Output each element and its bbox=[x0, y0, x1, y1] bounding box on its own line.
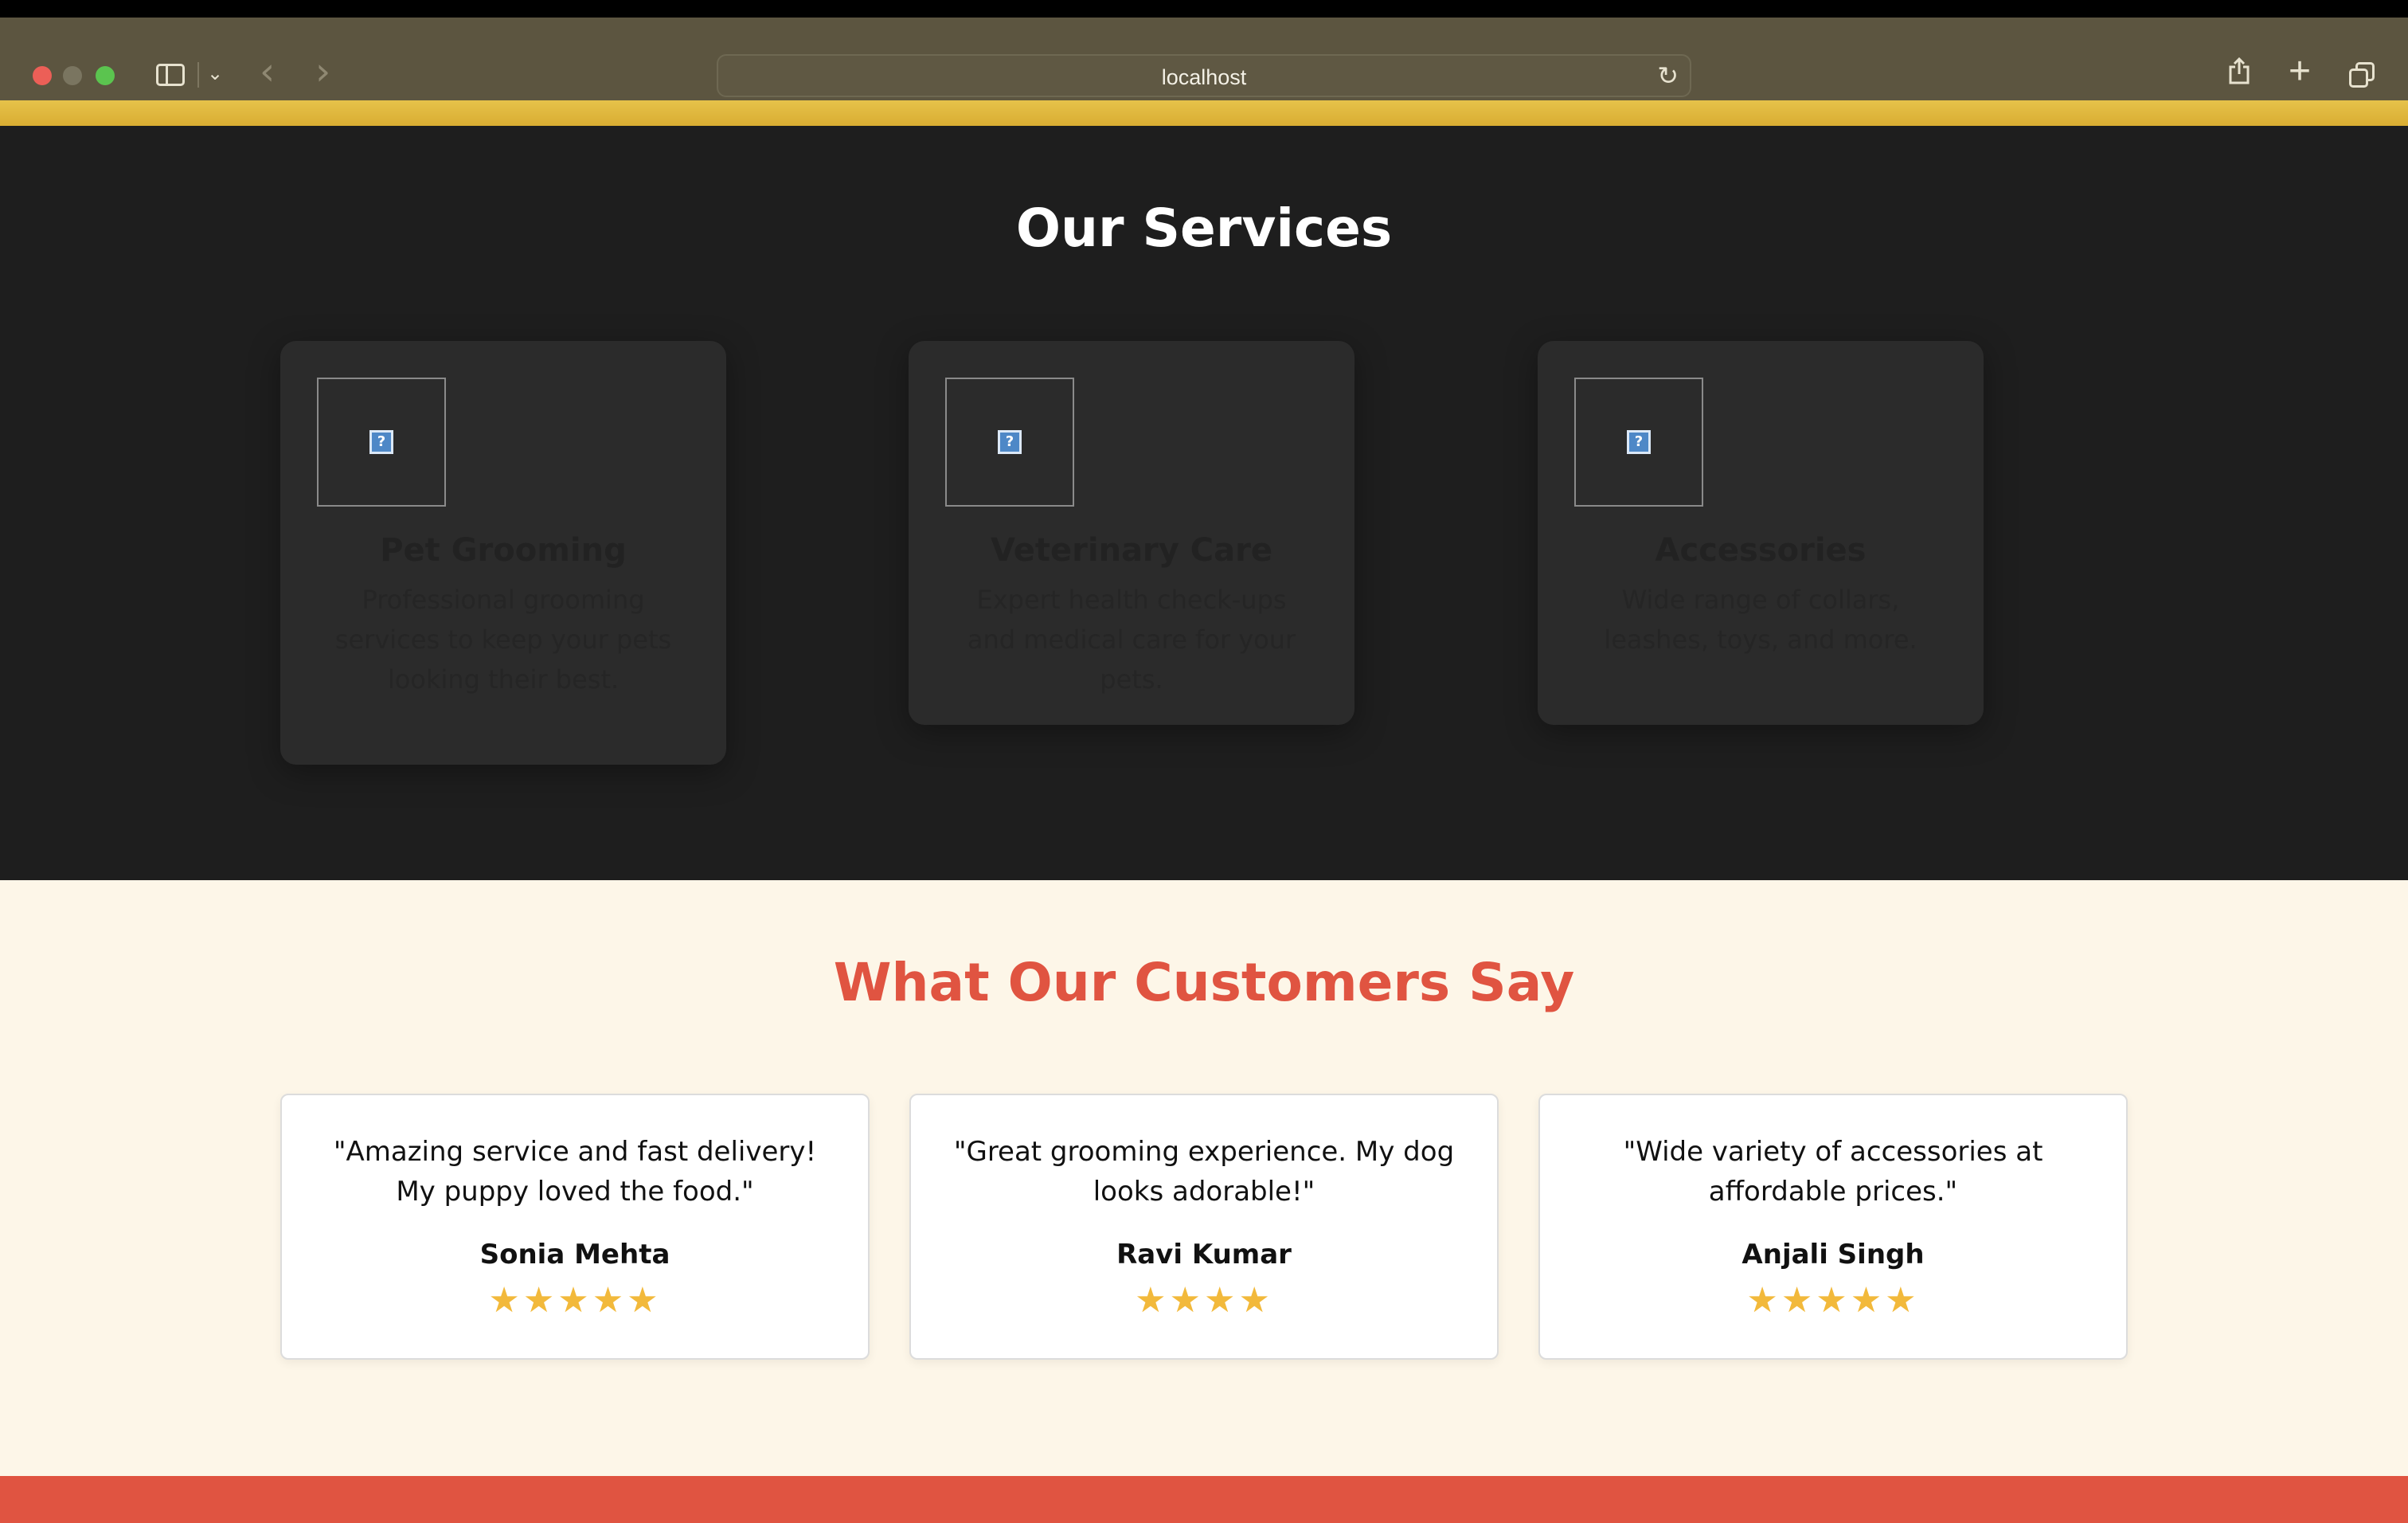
browser-toolbar: ⌄ ‹ › localhost ↻ + bbox=[0, 18, 2408, 100]
service-card-grooming: ? Pet Grooming Professional grooming ser… bbox=[280, 341, 726, 765]
window-top-edge bbox=[0, 0, 2408, 18]
broken-image-icon: ? bbox=[998, 430, 1022, 454]
back-arrow-icon[interactable]: ‹ bbox=[260, 53, 275, 91]
services-heading: Our Services bbox=[1015, 198, 1393, 259]
service-title: Accessories bbox=[1655, 532, 1867, 569]
share-icon[interactable] bbox=[2228, 57, 2250, 84]
header-accent-bar bbox=[0, 100, 2408, 126]
star-rating: ★★★★ bbox=[1135, 1280, 1273, 1321]
broken-image-icon: ? bbox=[1627, 430, 1651, 454]
reload-icon[interactable]: ↻ bbox=[1657, 61, 1679, 91]
new-tab-plus-icon[interactable]: + bbox=[2289, 49, 2311, 93]
testimonial-card: "Great grooming experience. My dog looks… bbox=[909, 1094, 1499, 1360]
service-image-placeholder: ? bbox=[945, 378, 1074, 507]
service-card-accessories: ? Accessories Wide range of collars, lea… bbox=[1538, 341, 1984, 725]
testimonial-quote: "Amazing service and fast delivery! My p… bbox=[333, 1136, 817, 1208]
testimonial-author: Ravi Kumar bbox=[1116, 1239, 1292, 1270]
window-minimize-button[interactable] bbox=[63, 66, 82, 85]
tab-overview-icon[interactable] bbox=[2349, 62, 2375, 88]
broken-image-icon: ? bbox=[369, 430, 393, 454]
testimonial-author: Sonia Mehta bbox=[479, 1239, 670, 1270]
testimonials-section: What Our Customers Say "Amazing service … bbox=[0, 880, 2408, 1476]
services-section: Our Services ? Pet Grooming Professional… bbox=[0, 126, 2408, 880]
service-title: Pet Grooming bbox=[380, 532, 627, 569]
service-card-veterinary: ? Veterinary Care Expert health check-up… bbox=[909, 341, 1354, 725]
testimonial-quote: "Wide variety of accessories at affordab… bbox=[1623, 1136, 2043, 1208]
forward-arrow-icon[interactable]: › bbox=[315, 53, 330, 91]
sidebar-toggle-icon[interactable] bbox=[156, 64, 185, 86]
testimonial-quote: "Great grooming experience. My dog looks… bbox=[953, 1136, 1455, 1208]
address-bar-url: localhost bbox=[1161, 65, 1247, 89]
star-rating: ★★★★★ bbox=[488, 1280, 662, 1321]
star-rating: ★★★★★ bbox=[1746, 1280, 1920, 1321]
service-title: Veterinary Care bbox=[991, 532, 1272, 569]
testimonial-card: "Wide variety of accessories at affordab… bbox=[1538, 1094, 2128, 1360]
window-maximize-button[interactable] bbox=[96, 66, 115, 85]
service-image-placeholder: ? bbox=[317, 378, 446, 507]
service-description: Professional grooming services to keep y… bbox=[334, 585, 672, 695]
service-description: Expert health check-ups and medical care… bbox=[967, 585, 1296, 695]
toolbar-divider bbox=[197, 62, 199, 88]
testimonial-card: "Amazing service and fast delivery! My p… bbox=[280, 1094, 870, 1360]
testimonial-author: Anjali Singh bbox=[1742, 1239, 1925, 1270]
footer-bar bbox=[0, 1476, 2408, 1523]
window-close-button[interactable] bbox=[33, 66, 52, 85]
testimonials-heading: What Our Customers Say bbox=[833, 952, 1575, 1013]
service-image-placeholder: ? bbox=[1574, 378, 1703, 507]
chevron-down-icon[interactable]: ⌄ bbox=[207, 62, 223, 84]
service-description: Wide range of collars, leashes, toys, an… bbox=[1604, 585, 1917, 655]
address-bar[interactable]: localhost ↻ bbox=[717, 54, 1691, 97]
